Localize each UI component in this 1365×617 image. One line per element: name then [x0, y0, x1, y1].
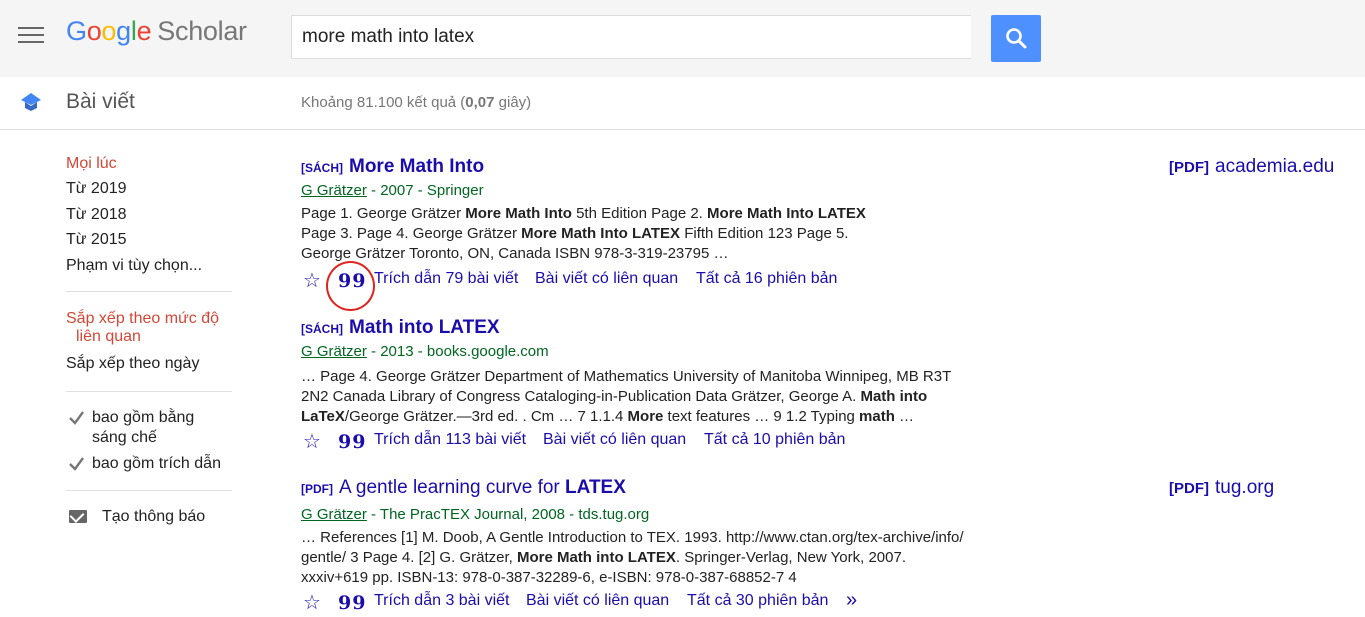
pdf-side-link[interactable]: [PDF] academia.edu — [1169, 156, 1334, 178]
related-articles-link[interactable]: Bài viết có liên quan — [543, 431, 686, 449]
star-icon[interactable]: ☆ — [303, 429, 321, 454]
logo-letter: G — [66, 16, 87, 46]
result-authors: G Grätzer - The PracTEX Journal, 2008 - … — [301, 506, 649, 523]
result-title-link[interactable]: [SÁCH] More Math Into — [301, 156, 1061, 178]
result-snippet: Page 1. George Grätzer More Math Into 5t… — [301, 205, 866, 262]
section-title: Bài viết — [66, 90, 135, 113]
result-authors: G Grätzer - 2013 - books.google.com — [301, 343, 549, 360]
filter-since-2018[interactable]: Từ 2018 — [66, 206, 127, 224]
filter-since-2015[interactable]: Từ 2015 — [66, 231, 127, 249]
results-stats: Khoảng 81.100 kết quả (0,07 giây) — [301, 94, 532, 111]
google-scholar-logo[interactable]: Google Scholar — [66, 16, 247, 47]
result-meta: - The PracTEX Journal, 2008 - tds.tug.or… — [366, 506, 650, 523]
cite-quote-icon[interactable]: 99 — [338, 431, 366, 453]
hamburger-menu-icon[interactable] — [18, 27, 44, 47]
include-citations-label[interactable]: bao gồm trích dẫn — [92, 454, 221, 474]
pdf-tag: [PDF] — [1169, 159, 1209, 176]
result-snippet: … Page 4. George Grätzer Department of M… — [301, 368, 952, 425]
logo-google-text: Google — [66, 16, 152, 46]
result-snippet: … References [1] M. Doob, A Gentle Intro… — [301, 529, 964, 586]
star-icon[interactable]: ☆ — [303, 268, 321, 293]
cite-quote-icon[interactable]: 99 — [338, 592, 366, 614]
search-input[interactable] — [291, 15, 971, 59]
sub-header: Bài viết Khoảng 81.100 kết quả (0,07 giâ… — [0, 77, 1365, 130]
search-result: [SÁCH] Math into LATEX G Grätzer - 2013 -… — [301, 317, 1061, 453]
search-icon — [1006, 28, 1027, 49]
search-button[interactable] — [991, 15, 1041, 62]
search-result: [PDF] A gentle learning curve for LATEX G… — [301, 477, 1061, 614]
result-authors: G Grätzer - 2007 - Springer — [301, 182, 484, 199]
top-header: Google Scholar — [0, 0, 1365, 77]
result-title-text: More Math Into — [349, 156, 485, 177]
filter-any-time[interactable]: Mọi lúc — [66, 155, 117, 173]
star-icon[interactable]: ☆ — [303, 590, 321, 615]
related-articles-link[interactable]: Bài viết có liên quan — [526, 592, 669, 610]
author-link[interactable]: G Grätzer — [301, 182, 367, 199]
related-articles-link[interactable]: Bài viết có liên quan — [535, 270, 678, 288]
result-title-link[interactable]: [PDF] A gentle learning curve for LATEX — [301, 477, 1061, 499]
cited-by-link[interactable]: Trích dẫn 113 bài viết — [374, 431, 526, 449]
sort-by-date[interactable]: Sắp xếp theo ngày — [66, 355, 199, 373]
result-type-tag: [SÁCH] — [301, 322, 343, 336]
search-result: [SÁCH] More Math Into G Grätzer - 2007 - … — [301, 156, 1061, 292]
result-type-tag: [PDF] — [301, 482, 333, 496]
pdf-site: academia.edu — [1215, 156, 1335, 177]
result-title-text: A gentle learning curve for — [339, 477, 566, 498]
create-alert-link[interactable]: Tạo thông báo — [102, 508, 205, 526]
include-patents-checkbox[interactable] — [68, 409, 85, 426]
result-title-text: Math into LATEX — [349, 317, 500, 338]
logo-scholar-text: Scholar — [157, 16, 247, 46]
filter-since-2019[interactable]: Từ 2019 — [66, 180, 127, 198]
divider — [66, 291, 232, 292]
sort-relevance-line2: liên quan — [76, 328, 141, 345]
cited-by-link[interactable]: Trích dẫn 79 bài viết — [374, 270, 518, 288]
pdf-side-link[interactable]: [PDF] tug.org — [1169, 477, 1274, 499]
logo-letter: o — [101, 16, 117, 46]
graduation-cap-icon — [21, 93, 41, 111]
pdf-tag: [PDF] — [1169, 480, 1209, 497]
pdf-site: tug.org — [1215, 477, 1275, 498]
include-citations-checkbox[interactable] — [68, 455, 85, 472]
result-type-tag: [SÁCH] — [301, 161, 343, 175]
author-link[interactable]: G Grätzer — [301, 343, 367, 360]
result-meta: - 2007 - Springer — [366, 182, 484, 199]
logo-letter: o — [86, 16, 102, 46]
annotation-circle — [326, 261, 375, 311]
result-meta: - 2013 - books.google.com — [366, 343, 549, 360]
result-title-link[interactable]: [SÁCH] Math into LATEX — [301, 317, 1061, 339]
more-options-icon[interactable]: » — [846, 589, 857, 612]
all-versions-link[interactable]: Tất cả 10 phiên bản — [704, 431, 845, 449]
envelope-icon — [69, 510, 87, 523]
include-patents-label[interactable]: bao gồm bằng sáng chế — [92, 408, 194, 448]
all-versions-link[interactable]: Tất cả 16 phiên bản — [696, 270, 837, 288]
sort-by-relevance[interactable]: Sắp xếp theo mức độ liên quan — [66, 310, 219, 346]
logo-letter: g — [116, 16, 131, 46]
sort-relevance-line1: Sắp xếp theo mức độ — [66, 310, 220, 327]
all-versions-link[interactable]: Tất cả 30 phiên bản — [687, 592, 828, 610]
filter-custom-range[interactable]: Phạm vi tùy chọn... — [66, 257, 202, 275]
divider — [66, 490, 232, 491]
author-link[interactable]: G Grätzer — [301, 506, 367, 523]
divider — [66, 391, 232, 392]
result-title-bold: LATEX — [565, 477, 626, 498]
logo-letter: e — [136, 16, 152, 46]
cited-by-link[interactable]: Trích dẫn 3 bài viết — [374, 592, 509, 610]
